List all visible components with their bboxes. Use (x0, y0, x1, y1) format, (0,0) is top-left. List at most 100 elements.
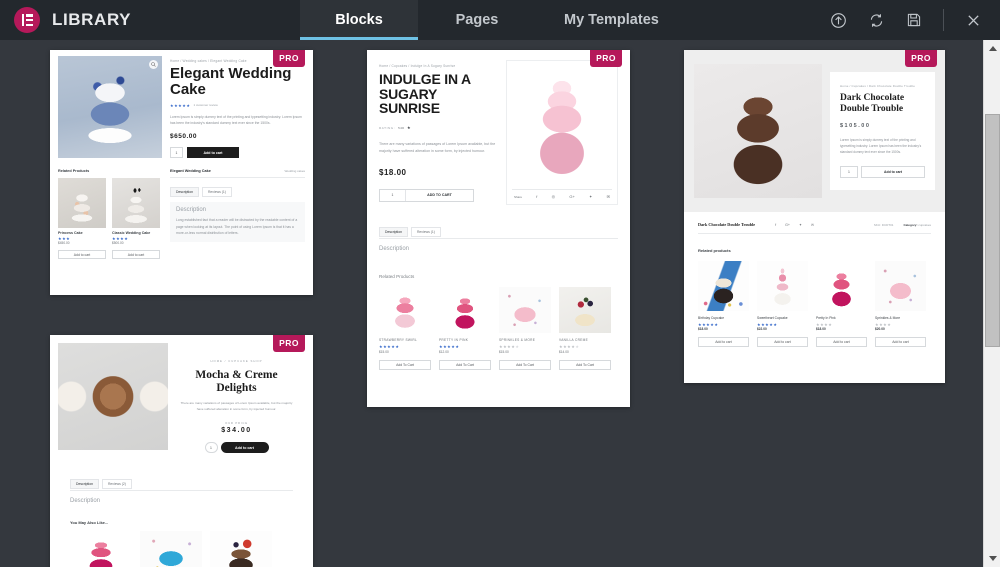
tab-my-templates[interactable]: My Templates (536, 0, 687, 40)
related-add-to-cart-button[interactable]: Add To Cart (559, 360, 611, 370)
description-heading: Description (70, 498, 101, 505)
scroll-down-icon[interactable] (984, 550, 1000, 567)
related-product-image (439, 287, 491, 333)
related-add-to-cart-button[interactable]: Add to cart (816, 337, 867, 347)
related-product-image (698, 261, 749, 311)
also-like-item[interactable] (140, 531, 202, 567)
product-description: There are many variations of passages of… (180, 401, 293, 412)
related-product-item[interactable]: Princess Cake ★★★ $450.00 Add to cart (58, 178, 106, 260)
sku-label: SKU: (873, 222, 881, 227)
upload-icon[interactable] (827, 9, 849, 31)
related-product-stars: ★★★★★ (379, 344, 400, 349)
related-product-name: SPRINKLES & MORE (499, 338, 536, 342)
library-tabs: Blocks Pages My Templates (300, 0, 687, 40)
related-product-stars: ★★★★★ (499, 344, 520, 349)
related-add-to-cart-button[interactable]: Add to cart (757, 337, 808, 347)
brand: LIBRARY (0, 0, 300, 40)
related-add-to-cart-button[interactable]: Add To Cart (499, 360, 551, 370)
save-icon[interactable] (903, 9, 925, 31)
product-price: $34.00 (221, 427, 252, 435)
product-title: Mocha & Creme Delights (195, 369, 278, 395)
add-to-cart-button[interactable]: ADD TO CART (406, 190, 473, 201)
related-add-to-cart-button[interactable]: Add to cart (112, 250, 160, 260)
related-product-price: $18.00 (698, 327, 708, 331)
product-description: Lorem Ipsum is simply dummy text of the … (170, 114, 302, 125)
product-title: Dark Chocolate Double Trouble (840, 93, 905, 115)
related-product-item[interactable]: PRETTY IN PINK ★★★★★ $12.00 Add To Cart (439, 287, 491, 370)
tab-pages[interactable]: Pages (418, 0, 536, 40)
related-product-price: $18.00 (816, 327, 826, 331)
add-to-cart-button[interactable]: Add to cart (220, 442, 269, 454)
add-to-cart-button[interactable]: Add to cart (861, 165, 925, 178)
product-description: There are many variations of passages of… (379, 142, 496, 153)
quantity-input[interactable]: 1 (840, 165, 858, 178)
zoom-icon[interactable] (149, 60, 158, 69)
related-add-to-cart-button[interactable]: Add To Cart (439, 360, 491, 370)
product-meta-title: Dark Chocolate Double Trouble (698, 222, 756, 227)
template-card-dark-chocolate-double-trouble[interactable]: PRO Home / Cupcakes / Dark Chocolate Dou… (684, 50, 945, 383)
scroll-up-icon[interactable] (984, 40, 1000, 57)
facebook-icon[interactable]: f (536, 194, 537, 199)
tab-description[interactable]: Description (70, 479, 99, 490)
also-like-image (140, 531, 202, 567)
add-to-cart-button[interactable]: Add to cart (187, 147, 239, 159)
related-product-item[interactable]: SPRINKLES & MORE ★★★★★ $15.00 Add To Car… (499, 287, 551, 370)
close-icon[interactable] (962, 9, 984, 31)
pro-badge: PRO (273, 50, 305, 67)
related-product-item[interactable]: Sweetheart Cupcake ★★★★★ $22.00 Add to c… (757, 261, 808, 347)
related-product-image (112, 178, 160, 229)
email-icon[interactable]: ✉ (607, 194, 610, 199)
tab-blocks[interactable]: Blocks (300, 0, 418, 40)
description-heading: Description (379, 246, 410, 252)
facebook-icon[interactable]: f (775, 223, 776, 227)
related-product-item[interactable]: Pretty In Pink ★★★★ $18.00 Add to cart (816, 261, 867, 347)
product-description: Lorem Ipsum is simply dummy text of the … (840, 138, 922, 155)
google-plus-icon[interactable]: G+ (569, 194, 574, 199)
template-card-elegant-wedding-cake[interactable]: PRO Home / Wedding cakes / Elegant Weddi… (50, 50, 313, 295)
related-product-name: STRAWBERRY SWIRL (379, 338, 418, 342)
also-like-item[interactable] (210, 531, 272, 567)
email-icon[interactable]: ✉ (811, 223, 814, 227)
related-product-price: $15.00 (379, 350, 389, 354)
related-product-name: VANILLA CREME (559, 338, 588, 342)
page-title: LIBRARY (52, 10, 132, 29)
related-product-item[interactable]: VANILLA CREME ★★★★★ $14.00 Add To Cart (559, 287, 611, 370)
related-add-to-cart-button[interactable]: Add to cart (58, 250, 106, 260)
instagram-icon[interactable]: ◎ (552, 194, 556, 199)
twitter-icon[interactable]: ✦ (799, 223, 802, 227)
related-add-to-cart-button[interactable]: Add To Cart (379, 360, 431, 370)
related-product-item[interactable]: Birthday Cupcake ★★★★★ $18.00 Add to car… (698, 261, 749, 347)
template-card-mocha-creme-delights[interactable]: PRO HOME / CUPCAKE SHOP Mocha & Creme De… (50, 335, 313, 567)
product-meta-title: Elegant Wedding Cake (170, 169, 211, 174)
quantity-input[interactable]: 1 (380, 189, 406, 201)
related-product-item[interactable]: Classic Wedding Cake ★★★★ $500.00 Add to… (112, 178, 160, 260)
google-plus-icon[interactable]: G+ (785, 223, 790, 227)
related-product-item[interactable]: STRAWBERRY SWIRL ★★★★★ $15.00 Add To Car… (379, 287, 431, 370)
related-product-price: $12.00 (439, 350, 449, 354)
sync-icon[interactable] (865, 9, 887, 31)
related-product-price: $450.00 (58, 241, 70, 246)
tab-description[interactable]: Description (170, 187, 199, 198)
related-add-to-cart-button[interactable]: Add to cart (698, 337, 749, 347)
related-products-label: Related Products (379, 274, 415, 279)
tab-reviews[interactable]: Reviews (2) (101, 479, 132, 490)
template-card-indulge-sugary-sunrise[interactable]: PRO Home / Cupcakes / Indulge In A Sugar… (367, 50, 630, 407)
related-product-image (379, 287, 431, 333)
quantity-input[interactable]: 1 (170, 147, 183, 159)
also-like-item[interactable] (70, 531, 132, 567)
breadcrumb: Home / Cupcakes / Dark Chocolate Double … (840, 84, 916, 89)
related-product-image (875, 261, 926, 311)
twitter-icon[interactable]: ✦ (589, 194, 592, 199)
product-price: $650.00 (170, 133, 197, 141)
vertical-scrollbar[interactable] (983, 40, 1000, 567)
scroll-thumb[interactable] (985, 114, 1000, 347)
grid-column-1: PRO Home / Wedding cakes / Elegant Weddi… (50, 50, 358, 567)
tab-description[interactable]: Description (379, 227, 408, 237)
tab-reviews[interactable]: Reviews (1) (201, 187, 232, 198)
related-add-to-cart-button[interactable]: Add to cart (875, 337, 926, 347)
product-image (694, 64, 822, 198)
description-body: Long established fact that a reader will… (176, 218, 298, 236)
related-product-item[interactable]: Sprinkles & More ★★★★ $20.00 Add to cart (875, 261, 926, 347)
tab-reviews[interactable]: Reviews (1) (410, 227, 441, 237)
quantity-input[interactable]: 1 (204, 442, 218, 454)
